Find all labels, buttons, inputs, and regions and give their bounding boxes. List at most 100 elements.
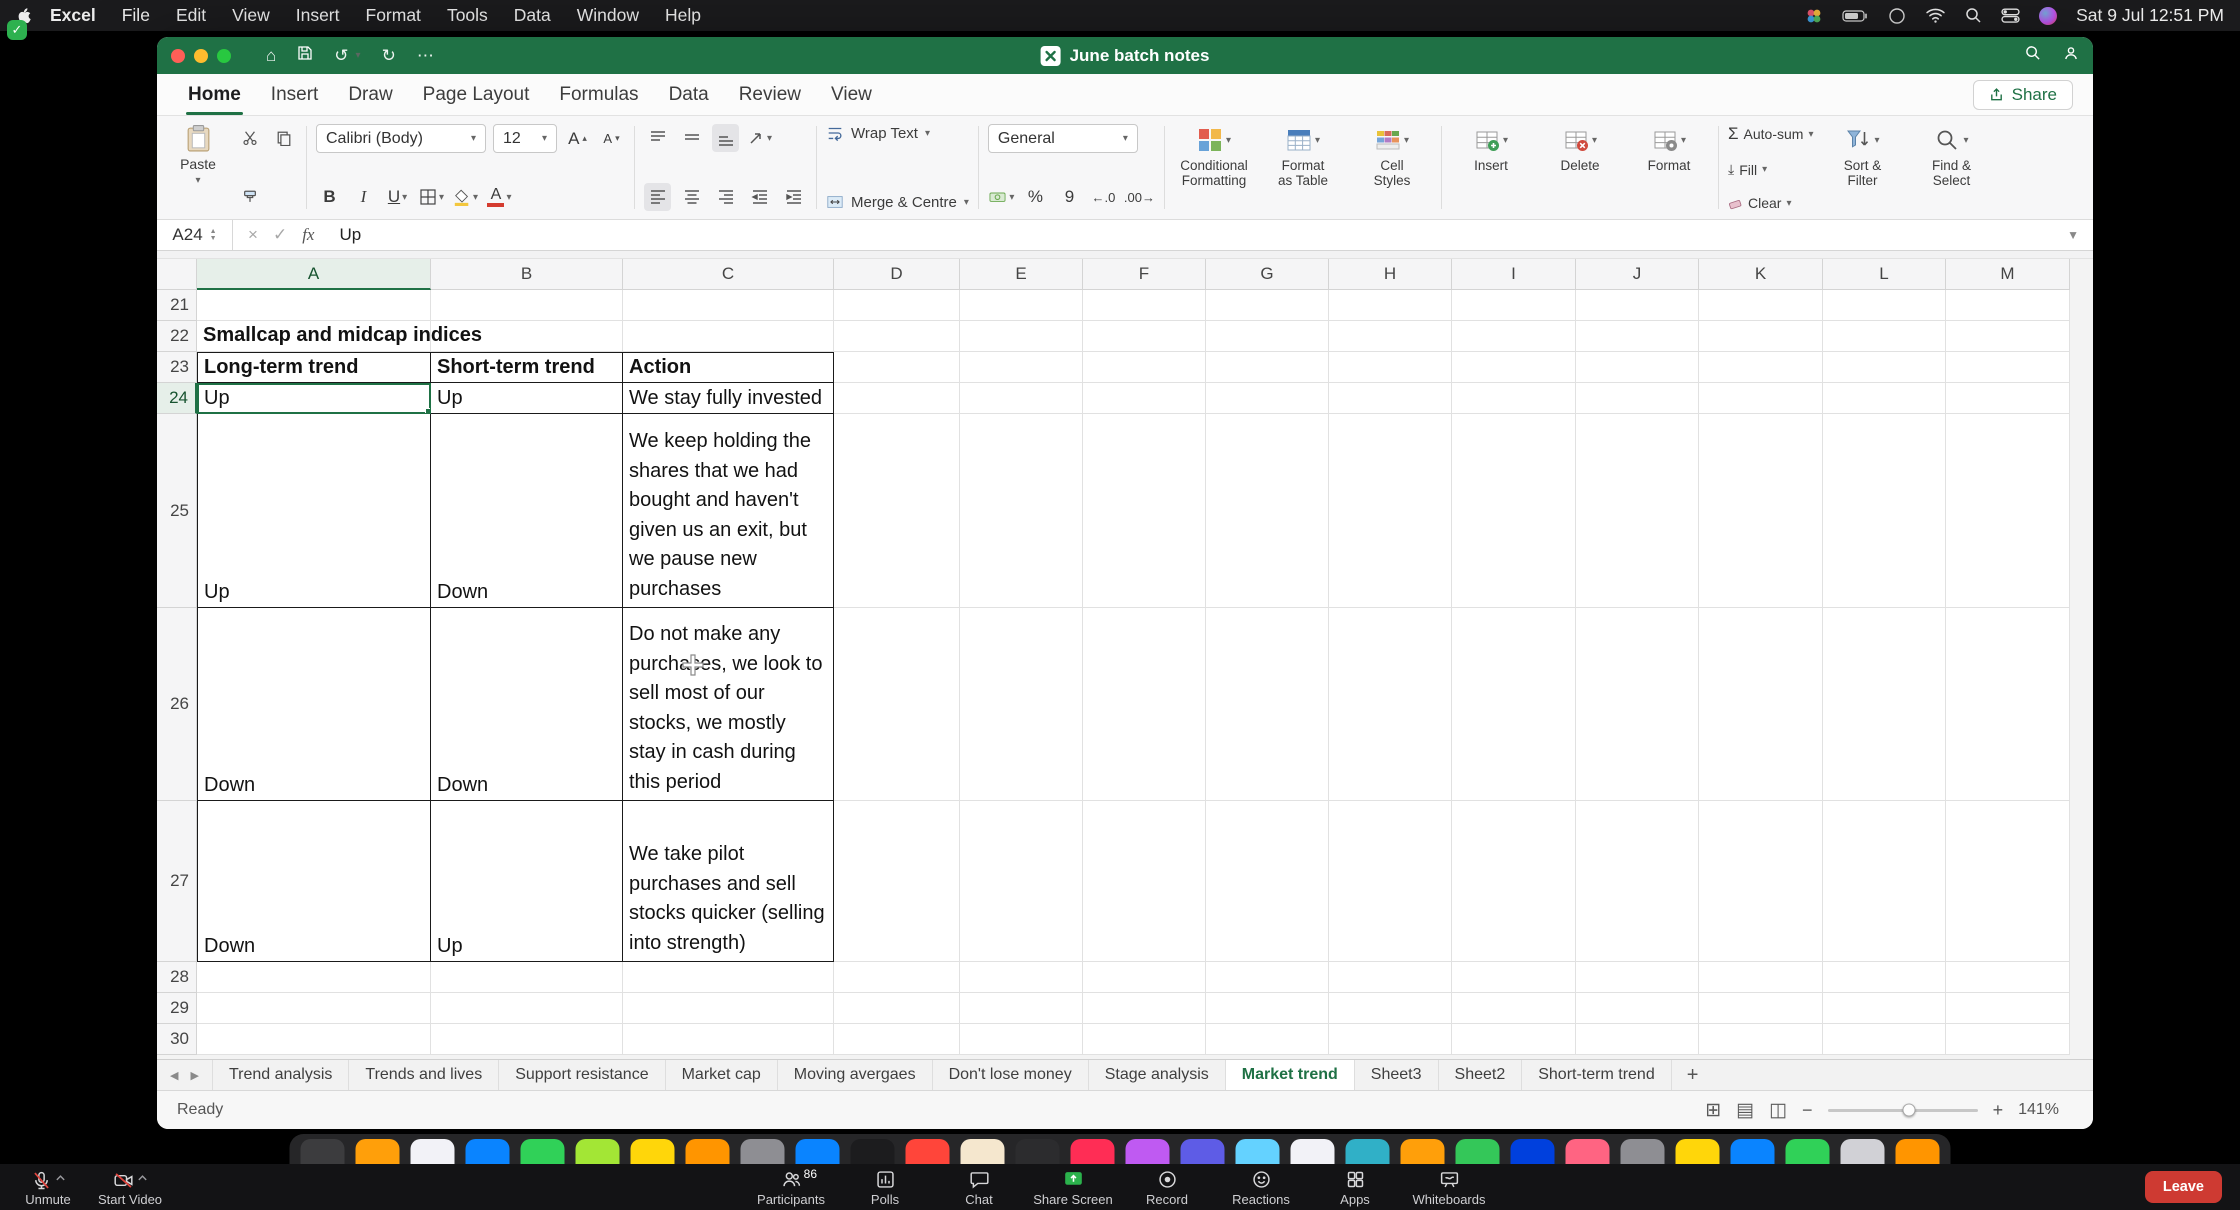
cell-d29[interactable] [834, 993, 960, 1024]
zoom-button-share-screen[interactable]: Share Screen [1031, 1167, 1115, 1207]
cell-a25[interactable]: Up [197, 414, 431, 608]
zoom-button-record[interactable]: Record [1125, 1167, 1209, 1207]
cell-c26[interactable]: Do not make any purchases, we look to se… [623, 608, 834, 801]
selection-fill-handle[interactable] [425, 408, 430, 413]
formula-bar-value[interactable]: Up [329, 225, 361, 245]
cell-h29[interactable] [1329, 993, 1452, 1024]
share-button[interactable]: Share [1972, 79, 2073, 110]
zoom-button-chat[interactable]: Chat [937, 1167, 1021, 1207]
zoom-slider-knob[interactable] [1902, 1103, 1916, 1117]
save-icon[interactable] [297, 45, 313, 66]
cell-i24[interactable] [1452, 383, 1576, 414]
align-center-icon[interactable] [678, 183, 705, 211]
copy-button[interactable] [270, 124, 297, 152]
increase-font-size-button[interactable]: A ▴ [564, 125, 591, 153]
zoom-button-reactions[interactable]: Reactions [1219, 1167, 1303, 1207]
cell-d22[interactable] [834, 321, 960, 352]
close-window-button[interactable] [171, 48, 185, 63]
cell-m24[interactable] [1946, 383, 2070, 414]
cell-k23[interactable] [1699, 352, 1823, 383]
dock-icon-30[interactable] [1895, 1139, 1940, 1164]
dock-icon-13[interactable] [960, 1139, 1005, 1164]
number-format-select[interactable]: General ▾ [987, 124, 1138, 153]
cell-d27[interactable] [834, 801, 960, 962]
zoom-in-icon[interactable]: + [1993, 1100, 2004, 1121]
cell-h27[interactable] [1329, 801, 1452, 962]
sheet-tab-scroll-left-icon[interactable]: ◀ [170, 1069, 178, 1082]
cell-e28[interactable] [960, 962, 1083, 993]
undo-dropdown-icon[interactable]: ▾ [356, 50, 361, 61]
zoom-button-participants[interactable]: 86 Participants [749, 1167, 833, 1207]
cell-a21[interactable] [197, 290, 431, 321]
cell-e24[interactable] [960, 383, 1083, 414]
cell-i27[interactable] [1452, 801, 1576, 962]
cell-f21[interactable] [1083, 290, 1206, 321]
cell-f23[interactable] [1083, 352, 1206, 383]
sheet-tab-don-t-lose-money[interactable]: Don't lose money [933, 1060, 1089, 1090]
currency-format-button[interactable]: ▾ [988, 183, 1015, 211]
find-select-button[interactable]: ▾ Find & Select [1911, 123, 1991, 212]
align-middle-icon[interactable] [678, 124, 705, 152]
cell-m27[interactable] [1946, 801, 2070, 962]
zoom-control-cam[interactable]: Start Video [94, 1167, 166, 1207]
cell-k30[interactable] [1699, 1024, 1823, 1055]
clear-button[interactable]: Clear ▾ [1728, 195, 1813, 211]
dock-icon-15[interactable] [1070, 1139, 1115, 1164]
zoom-slider[interactable] [1827, 1103, 1978, 1117]
cell-b28[interactable] [431, 962, 623, 993]
cell-k24[interactable] [1699, 383, 1823, 414]
column-header-h[interactable]: H [1329, 259, 1452, 290]
zoom-percentage[interactable]: 141% [2018, 1101, 2059, 1119]
dock-icon-25[interactable] [1620, 1139, 1665, 1164]
cell-l25[interactable] [1823, 414, 1946, 608]
decrease-decimal-button[interactable]: ←.0 [1090, 183, 1117, 211]
row-header-30[interactable]: 30 [157, 1024, 197, 1055]
cell-c27[interactable]: We take pilot purchases and sell stocks … [623, 801, 834, 962]
cell-styles-button[interactable]: ▾ Cell Styles [1352, 123, 1432, 212]
ribbon-tab-data[interactable]: Data [654, 74, 724, 115]
sheet-tab-market-cap[interactable]: Market cap [666, 1060, 778, 1090]
cell-i26[interactable] [1452, 608, 1576, 801]
fill-button[interactable]: ⤓ Fill ▾ [1728, 161, 1813, 178]
dock-icon-9[interactable] [740, 1139, 785, 1164]
cell-k27[interactable] [1699, 801, 1823, 962]
cell-f26[interactable] [1083, 608, 1206, 801]
cell-f27[interactable] [1083, 801, 1206, 962]
format-as-table-button[interactable]: ▾ Format as Table [1263, 123, 1343, 212]
cell-c30[interactable] [623, 1024, 834, 1055]
format-cells-button[interactable]: ▾ Format [1629, 123, 1709, 212]
cell-l28[interactable] [1823, 962, 1946, 993]
cell-l22[interactable] [1823, 321, 1946, 352]
cell-g29[interactable] [1206, 993, 1329, 1024]
cell-c29[interactable] [623, 993, 834, 1024]
control-center-icon[interactable] [2001, 7, 2020, 24]
fill-color-button[interactable]: ▾ [452, 183, 479, 211]
cell-b30[interactable] [431, 1024, 623, 1055]
cell-c24[interactable]: We stay fully invested [623, 383, 834, 414]
cell-m22[interactable] [1946, 321, 2070, 352]
dock-icon-16[interactable] [1125, 1139, 1170, 1164]
grid-canvas[interactable]: A B C D E F G H I J K L M 21 22 23 24 25 26 27 28 29 30 Smallca… [157, 259, 2070, 1055]
cell-l27[interactable] [1823, 801, 1946, 962]
cell-b26[interactable]: Down [431, 608, 623, 801]
ribbon-tab-review[interactable]: Review [724, 74, 816, 115]
dock-icon-26[interactable] [1675, 1139, 1720, 1164]
confirm-entry-icon[interactable]: ✓ [273, 225, 287, 245]
delete-cells-button[interactable]: ▾ Delete [1540, 123, 1620, 212]
cell-k28[interactable] [1699, 962, 1823, 993]
cell-e29[interactable] [960, 993, 1083, 1024]
dock-icon-1[interactable] [300, 1139, 345, 1164]
cell-d21[interactable] [834, 290, 960, 321]
dock-icon-22[interactable] [1455, 1139, 1500, 1164]
column-header-j[interactable]: J [1576, 259, 1699, 290]
column-header-c[interactable]: C [623, 259, 834, 290]
paste-dropdown-icon[interactable]: ▾ [195, 175, 200, 186]
cell-a22[interactable]: Smallcap and midcap indices [197, 321, 482, 352]
dock-icon-18[interactable] [1235, 1139, 1280, 1164]
dock-icon-20[interactable] [1345, 1139, 1390, 1164]
column-header-m[interactable]: M [1946, 259, 2070, 290]
cell-c23[interactable]: Action [623, 352, 834, 383]
leave-meeting-button[interactable]: Leave [2144, 1171, 2222, 1203]
cell-j26[interactable] [1576, 608, 1699, 801]
name-box[interactable]: A24 ▲ ▼ [157, 220, 233, 250]
